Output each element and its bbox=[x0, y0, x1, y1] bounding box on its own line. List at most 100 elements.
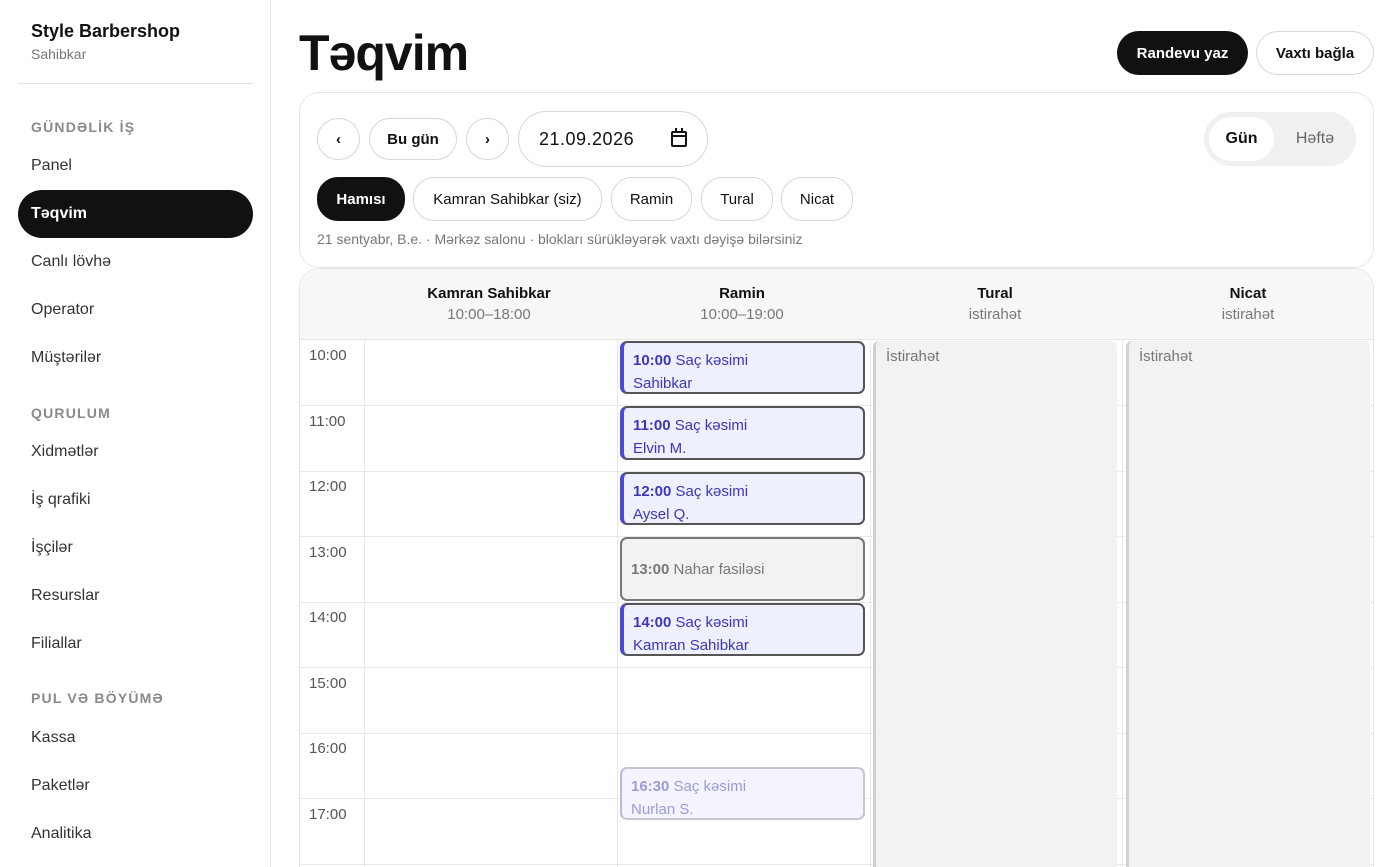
appointment-block[interactable]: 10:00 Saç kəsimi Sahibkar bbox=[620, 341, 865, 394]
appointment-service: Saç kəsimi bbox=[673, 778, 747, 795]
sidebar-item-live-board[interactable]: Canlı lövhə bbox=[18, 238, 253, 286]
sidebar-item-customers[interactable]: Müştərilər bbox=[18, 334, 253, 382]
filter-ramin[interactable]: Ramin bbox=[611, 177, 692, 221]
column-divider bbox=[1122, 340, 1123, 867]
column-hours: istirahət bbox=[1221, 306, 1275, 323]
appointment-client: Nurlan S. bbox=[631, 801, 694, 818]
off-day-block-nicat: İstirahət bbox=[1126, 341, 1370, 867]
column-head-ramin: Ramin 10:00–19:00 bbox=[616, 285, 868, 324]
off-day-block-tural: İstirahət bbox=[873, 341, 1117, 867]
page-title: Təqvim bbox=[299, 25, 469, 81]
column-head-kamran: Kamran Sahibkar 10:00–18:00 bbox=[363, 285, 615, 324]
sidebar-item-resources[interactable]: Resurslar bbox=[18, 572, 253, 620]
date-value: 21.09.2026 bbox=[539, 128, 635, 149]
view-switch: Gün Həftə bbox=[1204, 112, 1356, 166]
appointment-service: Saç kəsimi bbox=[674, 417, 748, 434]
break-time: 13:00 bbox=[631, 561, 670, 578]
appointment-client: Aysel Q. bbox=[633, 506, 690, 523]
section-title-daily: GÜNDƏLİK İŞ bbox=[31, 119, 136, 135]
app-root: Style Barbershop Sahibkar GÜNDƏLİK İŞ Pa… bbox=[0, 0, 1400, 867]
sidebar-item-packages[interactable]: Paketlər bbox=[18, 762, 253, 810]
view-week-tab[interactable]: Həftə bbox=[1279, 117, 1351, 161]
today-button[interactable]: Bu gün bbox=[369, 118, 457, 160]
sidebar-item-calendar[interactable]: Təqvim bbox=[18, 190, 253, 238]
brand-role: Sahibkar bbox=[31, 46, 87, 62]
brand-divider bbox=[18, 83, 253, 84]
appointment-title: 14:00 Saç kəsimi bbox=[633, 613, 863, 632]
section-title-money: PUL VƏ BÖYÜMƏ bbox=[31, 690, 164, 706]
column-name: Nicat bbox=[1229, 285, 1267, 302]
break-block[interactable]: 13:00 Nahar fasiləsi bbox=[620, 537, 865, 601]
sidebar-item-cashbox[interactable]: Kassa bbox=[18, 714, 253, 762]
toolbar-note: 21 sentyabr, B.e. · Mərkəz salonu · blok… bbox=[317, 231, 803, 247]
sidebar-item-branches[interactable]: Filiallar bbox=[18, 620, 253, 668]
column-name: Tural bbox=[977, 285, 1013, 302]
column-hours: 10:00–18:00 bbox=[447, 306, 531, 323]
filter-kamran[interactable]: Kamran Sahibkar (siz) bbox=[413, 177, 602, 221]
brand-name: Style Barbershop bbox=[31, 21, 181, 41]
column-divider bbox=[617, 340, 618, 867]
column-hours: 10:00–19:00 bbox=[700, 306, 784, 323]
appointment-title: 10:00 Saç kəsimi bbox=[633, 351, 863, 370]
block-time-button[interactable]: Vaxtı bağla bbox=[1256, 31, 1374, 75]
hour-label: 15:00 bbox=[309, 675, 347, 692]
calendar-icon[interactable] bbox=[671, 128, 687, 147]
hour-label: 16:00 bbox=[309, 740, 347, 757]
new-appointment-button[interactable]: Randevu yaz bbox=[1117, 31, 1248, 75]
hour-label: 11:00 bbox=[309, 413, 346, 430]
appointment-title: 16:30 Saç kəsimi bbox=[631, 777, 863, 796]
off-day-label: İstirahət bbox=[886, 348, 940, 365]
appointment-service: Saç kəsimi bbox=[675, 483, 749, 500]
column-head-tural: Tural istirahət bbox=[869, 285, 1121, 324]
day-calendar-grid: Kamran Sahibkar 10:00–18:00 Ramin 10:00–… bbox=[299, 268, 1374, 867]
sidebar-item-services[interactable]: Xidmətlər bbox=[18, 428, 253, 476]
filter-nicat[interactable]: Nicat bbox=[781, 177, 853, 221]
hour-label: 17:00 bbox=[309, 806, 347, 823]
sidebar-item-operator[interactable]: Operator bbox=[18, 286, 253, 334]
break-title: 13:00 Nahar fasiləsi bbox=[631, 560, 863, 579]
sidebar-item-analytics[interactable]: Analitika bbox=[18, 810, 253, 858]
hour-label: 13:00 bbox=[309, 544, 347, 561]
appointment-service: Saç kəsimi bbox=[675, 352, 749, 369]
sidebar-item-staff[interactable]: İşçilər bbox=[18, 524, 253, 572]
section-title-setup: QURULUM bbox=[31, 405, 111, 421]
appointment-title: 11:00 Saç kəsimi bbox=[633, 416, 863, 435]
prev-day-button[interactable]: ‹ bbox=[317, 118, 360, 160]
hour-label: 14:00 bbox=[309, 609, 347, 626]
appointment-time: 12:00 bbox=[633, 483, 672, 500]
sidebar-item-panel[interactable]: Panel bbox=[18, 142, 253, 190]
view-day-tab[interactable]: Gün bbox=[1209, 117, 1274, 161]
appointment-block[interactable]: 14:00 Saç kəsimi Kamran Sahibkar bbox=[620, 603, 865, 656]
next-day-button[interactable]: › bbox=[466, 118, 509, 160]
column-hours: istirahət bbox=[968, 306, 1022, 323]
appointment-time: 14:00 bbox=[633, 614, 672, 631]
appointment-block[interactable]: 11:00 Saç kəsimi Elvin M. bbox=[620, 406, 865, 460]
appointment-client: Kamran Sahibkar bbox=[633, 637, 749, 654]
filter-all[interactable]: Hamısı bbox=[317, 177, 405, 221]
column-head-nicat: Nicat istirahət bbox=[1122, 285, 1373, 324]
column-name: Ramin bbox=[719, 285, 765, 302]
date-picker-input[interactable]: 21.09.2026 bbox=[518, 111, 708, 167]
off-day-label: İstirahət bbox=[1139, 348, 1193, 365]
calendar-toolbar: ‹ Bu gün › 21.09.2026 Gün Həftə Hamısı K… bbox=[299, 92, 1374, 268]
appointment-time: 11:00 bbox=[633, 417, 671, 434]
sidebar: Style Barbershop Sahibkar GÜNDƏLİK İŞ Pa… bbox=[0, 0, 271, 867]
appointment-client: Sahibkar bbox=[633, 375, 693, 392]
appointment-client: Elvin M. bbox=[633, 440, 687, 457]
appointment-block[interactable]: 12:00 Saç kəsimi Aysel Q. bbox=[620, 472, 865, 525]
hour-label: 12:00 bbox=[309, 478, 347, 495]
appointment-time: 10:00 bbox=[633, 352, 672, 369]
sidebar-item-schedule[interactable]: İş qrafiki bbox=[18, 476, 253, 524]
appointment-block-pending[interactable]: 16:30 Saç kəsimi Nurlan S. bbox=[620, 767, 865, 820]
appointment-time: 16:30 bbox=[631, 778, 670, 795]
appointment-title: 12:00 Saç kəsimi bbox=[633, 482, 863, 501]
hour-label: 10:00 bbox=[309, 347, 347, 364]
break-label: Nahar fasiləsi bbox=[673, 561, 765, 578]
column-divider bbox=[870, 340, 871, 867]
column-divider bbox=[364, 340, 365, 867]
brand: Style Barbershop Sahibkar bbox=[31, 20, 180, 63]
filter-tural[interactable]: Tural bbox=[701, 177, 773, 221]
calendar-header: Kamran Sahibkar 10:00–18:00 Ramin 10:00–… bbox=[300, 269, 1373, 340]
column-name: Kamran Sahibkar bbox=[427, 285, 551, 302]
appointment-service: Saç kəsimi bbox=[675, 614, 749, 631]
